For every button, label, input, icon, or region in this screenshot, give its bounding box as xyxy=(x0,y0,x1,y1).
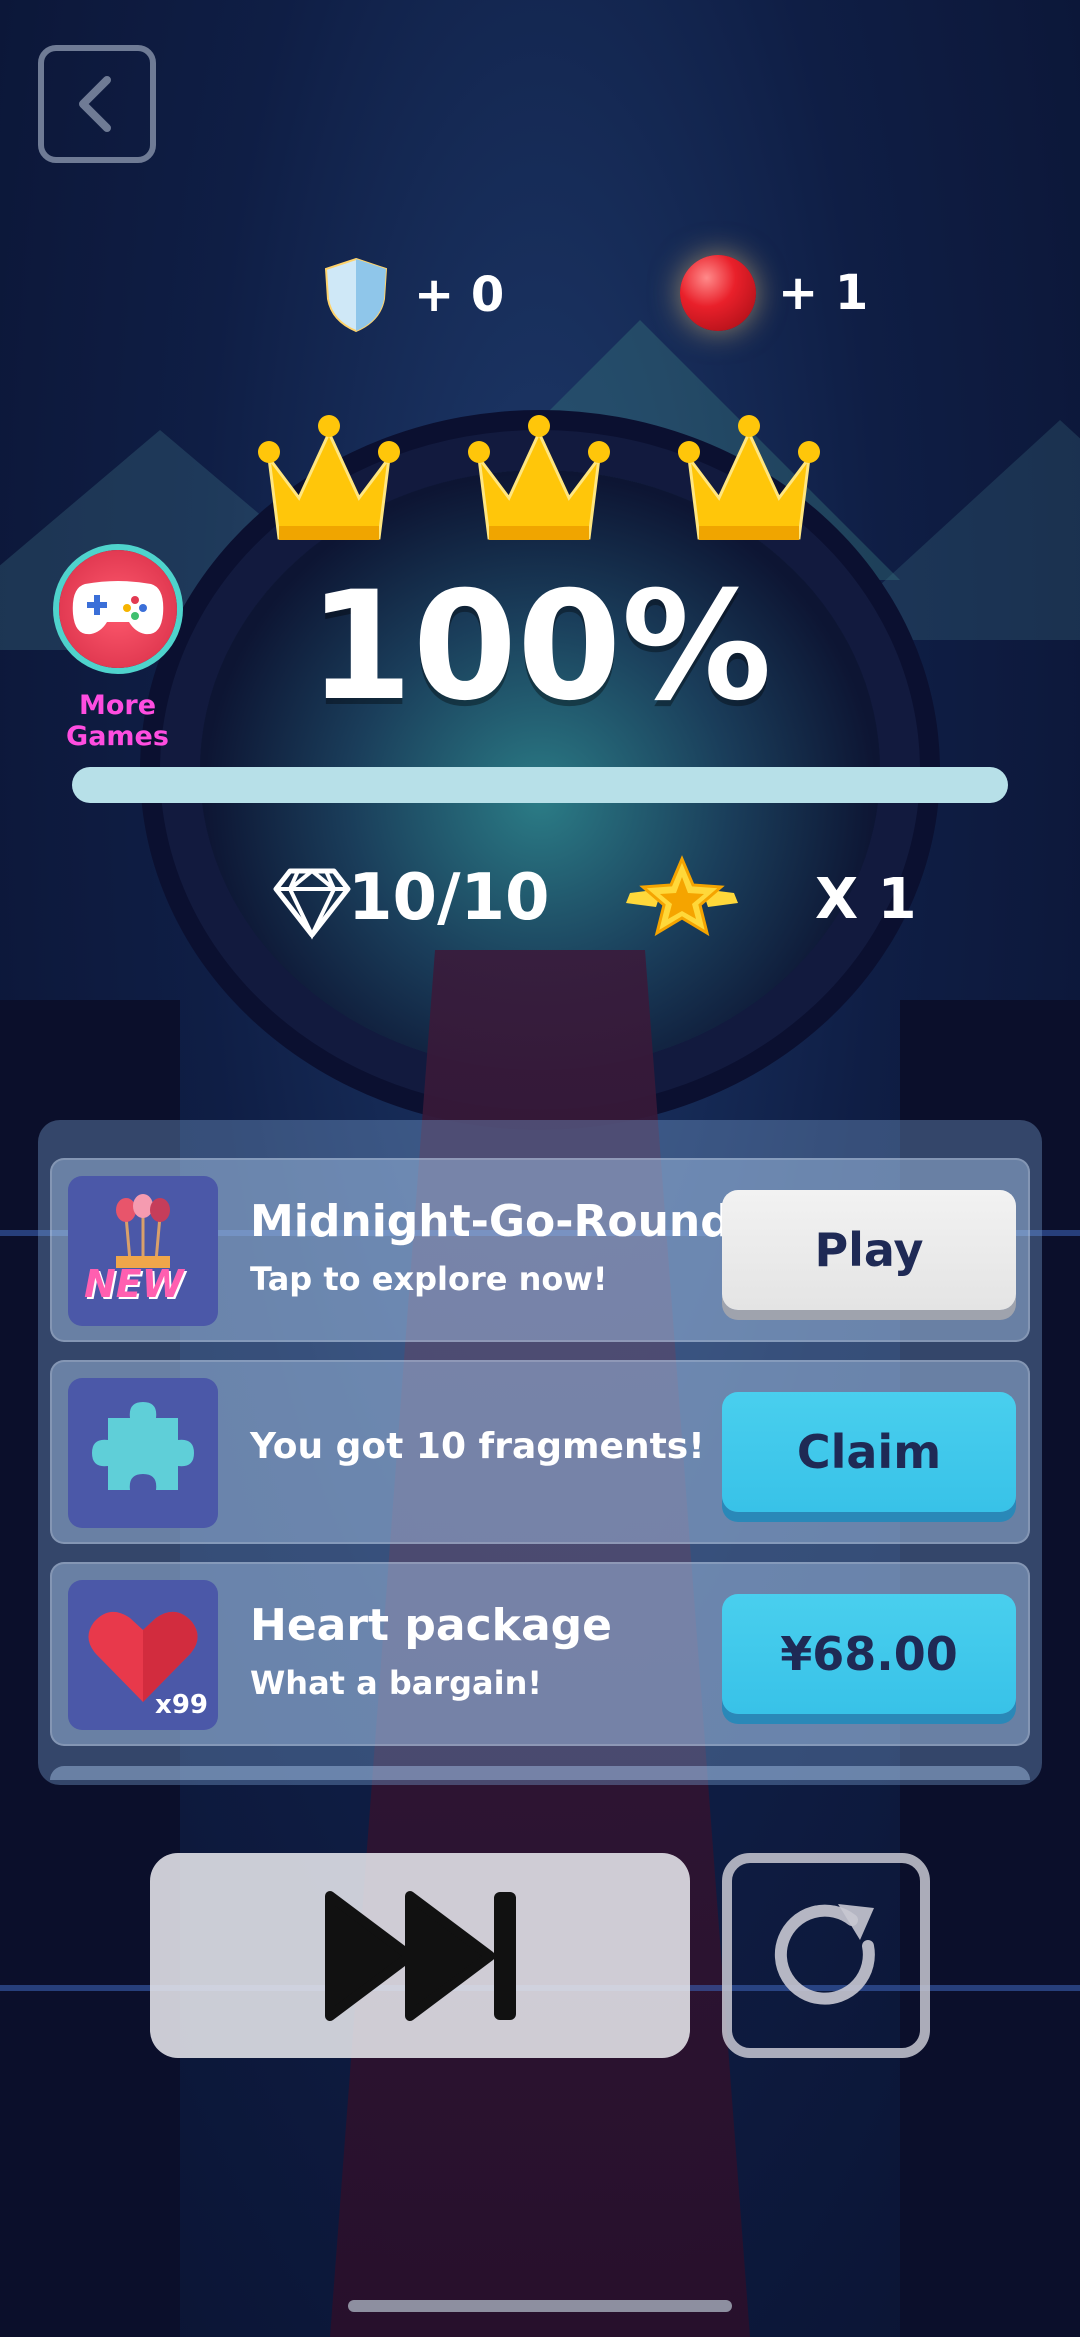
next-level-button[interactable] xyxy=(150,1853,690,2058)
diamond-count: 10/10 xyxy=(348,861,550,935)
puzzle-piece-icon xyxy=(68,1378,218,1528)
new-balloons-icon: NEW xyxy=(68,1176,218,1326)
offer-subtitle: What a bargain! xyxy=(250,1664,542,1702)
crown-rating xyxy=(254,408,824,548)
offer-title: Heart package xyxy=(250,1600,612,1651)
offer-row-heart-package[interactable]: x99 Heart package What a bargain! ¥68.00 xyxy=(50,1562,1030,1746)
shield-reward: + 0 xyxy=(320,255,504,335)
restart-button[interactable] xyxy=(722,1853,930,2058)
offer-row-new-level[interactable]: NEW Midnight-Go-Round Tap to explore now… xyxy=(50,1158,1030,1342)
crown-icon xyxy=(258,415,400,540)
offers-panel: NEW Midnight-Go-Round Tap to explore now… xyxy=(38,1120,1042,1785)
star-badge-icon xyxy=(626,855,738,937)
more-games-label: More Games xyxy=(66,690,169,752)
offer-title: Midnight-Go-Round xyxy=(250,1196,732,1247)
claim-button[interactable]: Claim xyxy=(722,1392,1016,1512)
offer-row-fragments[interactable]: You got 10 fragments! Claim xyxy=(50,1360,1030,1544)
offer-subtitle: Tap to explore now! xyxy=(250,1260,608,1298)
diamond-icon xyxy=(273,868,351,940)
shield-reward-value: + 0 xyxy=(414,267,505,323)
new-badge-label: NEW xyxy=(84,1262,184,1306)
fast-forward-icon xyxy=(325,1890,516,2021)
price-button[interactable]: ¥68.00 xyxy=(722,1594,1016,1714)
home-indicator[interactable] xyxy=(348,2300,732,2312)
heart-count-label: x99 xyxy=(155,1690,208,1720)
ball-reward: + 1 xyxy=(680,255,868,331)
more-games-button[interactable]: More Games xyxy=(30,550,205,752)
ball-reward-value: + 1 xyxy=(778,265,869,321)
crown-icon xyxy=(468,415,610,540)
progress-bar xyxy=(72,767,1008,803)
next-offer-row xyxy=(50,1766,1030,1780)
gamepad-icon xyxy=(58,550,177,668)
back-chevron-icon xyxy=(79,76,111,132)
fragments-message: You got 10 fragments! xyxy=(250,1426,705,1467)
star-multiplier: X 1 xyxy=(815,867,917,932)
play-button[interactable]: Play xyxy=(722,1190,1016,1310)
heart-icon: x99 xyxy=(68,1580,218,1730)
crown-icon xyxy=(678,415,820,540)
red-ball-icon xyxy=(680,255,756,331)
back-button[interactable] xyxy=(38,45,156,163)
shield-icon xyxy=(324,257,388,333)
stats-row: 10/10 X 1 xyxy=(0,855,1080,955)
restart-icon xyxy=(774,1903,875,2005)
